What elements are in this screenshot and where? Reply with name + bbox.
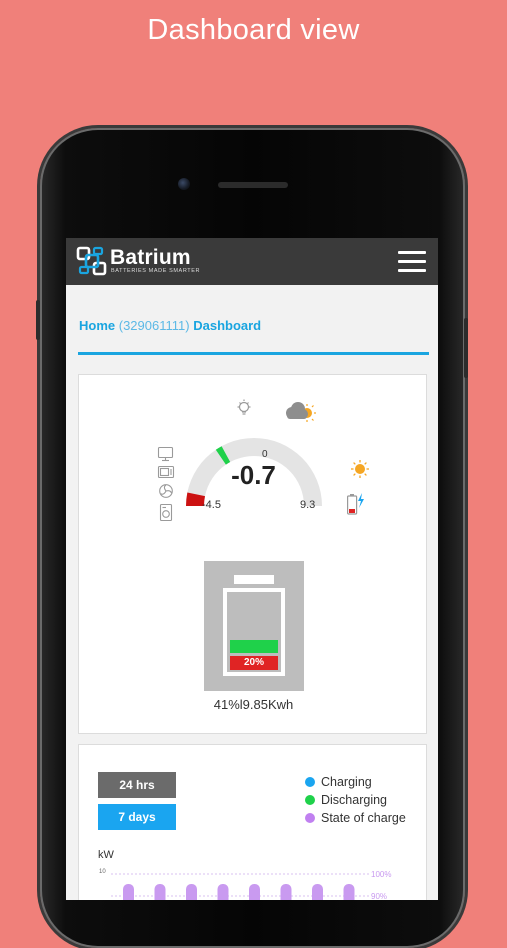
- breadcrumb-home-link[interactable]: Home: [79, 318, 115, 333]
- history-chart: [111, 873, 369, 900]
- battery-icon: 20%: [223, 588, 285, 676]
- battery-percent-badge: 20%: [230, 656, 278, 670]
- battery-status-panel: 20%: [204, 561, 304, 691]
- hamburger-menu-icon[interactable]: [398, 251, 426, 273]
- monitor-icon: [157, 446, 174, 462]
- soc-bar: [312, 884, 323, 900]
- soc-bar: [123, 884, 134, 900]
- lightbulb-icon: [237, 399, 251, 415]
- app-header: Batrium BATTERIES MADE SMARTER: [66, 238, 438, 285]
- current-power-value: -0.7: [231, 460, 276, 490]
- app-screen: Batrium BATTERIES MADE SMARTER Home (329…: [66, 238, 438, 900]
- washer-icon: [159, 503, 173, 522]
- earpiece-speaker: [218, 182, 288, 188]
- cloud-sun-icon: [286, 402, 316, 422]
- gauge-max-label: 9.3: [300, 499, 316, 511]
- soc-bar: [249, 884, 260, 900]
- front-camera: [178, 178, 190, 190]
- brand-name: Batrium: [110, 246, 191, 269]
- breadcrumb-dashboard: Dashboard: [193, 318, 262, 333]
- breadcrumb-device-id: (329061111): [118, 318, 190, 333]
- power-gauge-card: 0 -0.7 -4.5 9.3 20% 41%l9.85Kwh: [78, 374, 427, 734]
- battery-summary: 41%l9.85Kwh: [213, 697, 294, 712]
- breadcrumb: Home (329061111) Dashboard: [79, 318, 261, 333]
- battery-charging-icon: [347, 493, 364, 515]
- batrium-logo-icon: [76, 246, 107, 276]
- phone-side-button: [464, 318, 468, 378]
- soc-bar: [154, 884, 166, 900]
- gauge-zero-label: 0: [262, 449, 268, 460]
- soc-bar: [343, 884, 355, 900]
- soc-bar: [217, 884, 229, 900]
- history-chart-card: 24 hrs 7 days Charging Discharging State…: [78, 744, 427, 900]
- soc-bar: [186, 884, 197, 900]
- breadcrumb-underline: [78, 352, 429, 355]
- battery-cap: [234, 575, 274, 584]
- soc-bar: [280, 884, 292, 900]
- battery-level-bar: [230, 640, 278, 653]
- brand-tagline: BATTERIES MADE SMARTER: [111, 268, 201, 274]
- page-caption: Dashboard view: [147, 14, 360, 46]
- phone-side-button: [36, 300, 40, 340]
- gauge-min-label: -4.5: [202, 499, 221, 511]
